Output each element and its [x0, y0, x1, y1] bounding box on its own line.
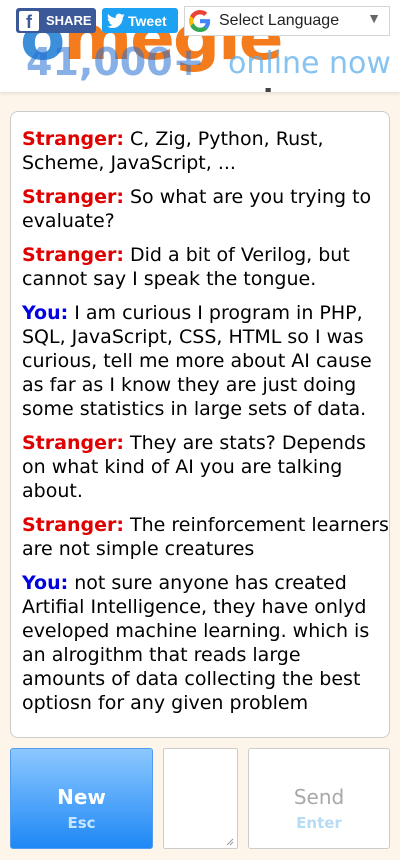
- translate-label: Select Language: [219, 12, 340, 29]
- message-sender: You:: [22, 572, 69, 594]
- message-input[interactable]: [163, 748, 238, 849]
- facebook-share-label: SHARE: [46, 13, 92, 28]
- send-button-shortcut: Enter: [296, 814, 342, 832]
- chat-message: Stranger: The reinforcement learners are…: [22, 513, 389, 561]
- send-button[interactable]: Send Enter: [248, 748, 390, 849]
- online-label: online now: [228, 46, 391, 81]
- chat-message: Stranger: They are stats? Depends on wha…: [22, 431, 389, 503]
- chat-message: Stranger: Did a bit of Verilog, but cann…: [22, 243, 389, 291]
- twitter-icon: [107, 13, 125, 28]
- message-sender: Stranger:: [22, 128, 124, 150]
- message-text: I am curious I program in PHP, SQL, Java…: [22, 302, 372, 420]
- scrolled-heading-fragment: ral: [228, 82, 273, 92]
- message-list: Stranger: C, Zig, Python, Rust, Scheme, …: [11, 112, 389, 715]
- chat-log[interactable]: Stranger: C, Zig, Python, Rust, Scheme, …: [10, 111, 390, 738]
- new-button-label: New: [57, 785, 106, 809]
- header: omegle 41,000+ online now f SHARE Tweet …: [0, 0, 400, 92]
- message-sender: You:: [22, 302, 69, 324]
- omegle-page: omegle 41,000+ online now f SHARE Tweet …: [0, 0, 400, 860]
- chat-message: You: I am curious I program in PHP, SQL,…: [22, 301, 389, 421]
- chat-message: Stranger: So what are you trying to eval…: [22, 185, 389, 233]
- online-count: 41,000+: [26, 40, 205, 84]
- chevron-down-icon: ▼: [367, 10, 381, 26]
- send-button-label: Send: [293, 785, 345, 809]
- twitter-tweet-label: Tweet: [128, 12, 167, 29]
- chat-message: Stranger: C, Zig, Python, Rust, Scheme, …: [22, 127, 389, 175]
- facebook-share-button[interactable]: f SHARE: [16, 8, 96, 33]
- twitter-tweet-button[interactable]: Tweet: [102, 8, 178, 33]
- message-sender: Stranger:: [22, 186, 124, 208]
- message-sender: Stranger:: [22, 432, 124, 454]
- google-translate-select[interactable]: Select Language ▼: [184, 6, 390, 36]
- message-text: not sure anyone has created Artifial Int…: [22, 572, 370, 714]
- google-icon: [189, 10, 211, 32]
- facebook-icon: f: [19, 10, 39, 31]
- chat-message: You: not sure anyone has created Artifia…: [22, 571, 389, 715]
- new-button-shortcut: Esc: [67, 814, 96, 832]
- message-sender: Stranger:: [22, 514, 124, 536]
- new-chat-button[interactable]: New Esc: [10, 748, 153, 849]
- message-sender: Stranger:: [22, 244, 124, 266]
